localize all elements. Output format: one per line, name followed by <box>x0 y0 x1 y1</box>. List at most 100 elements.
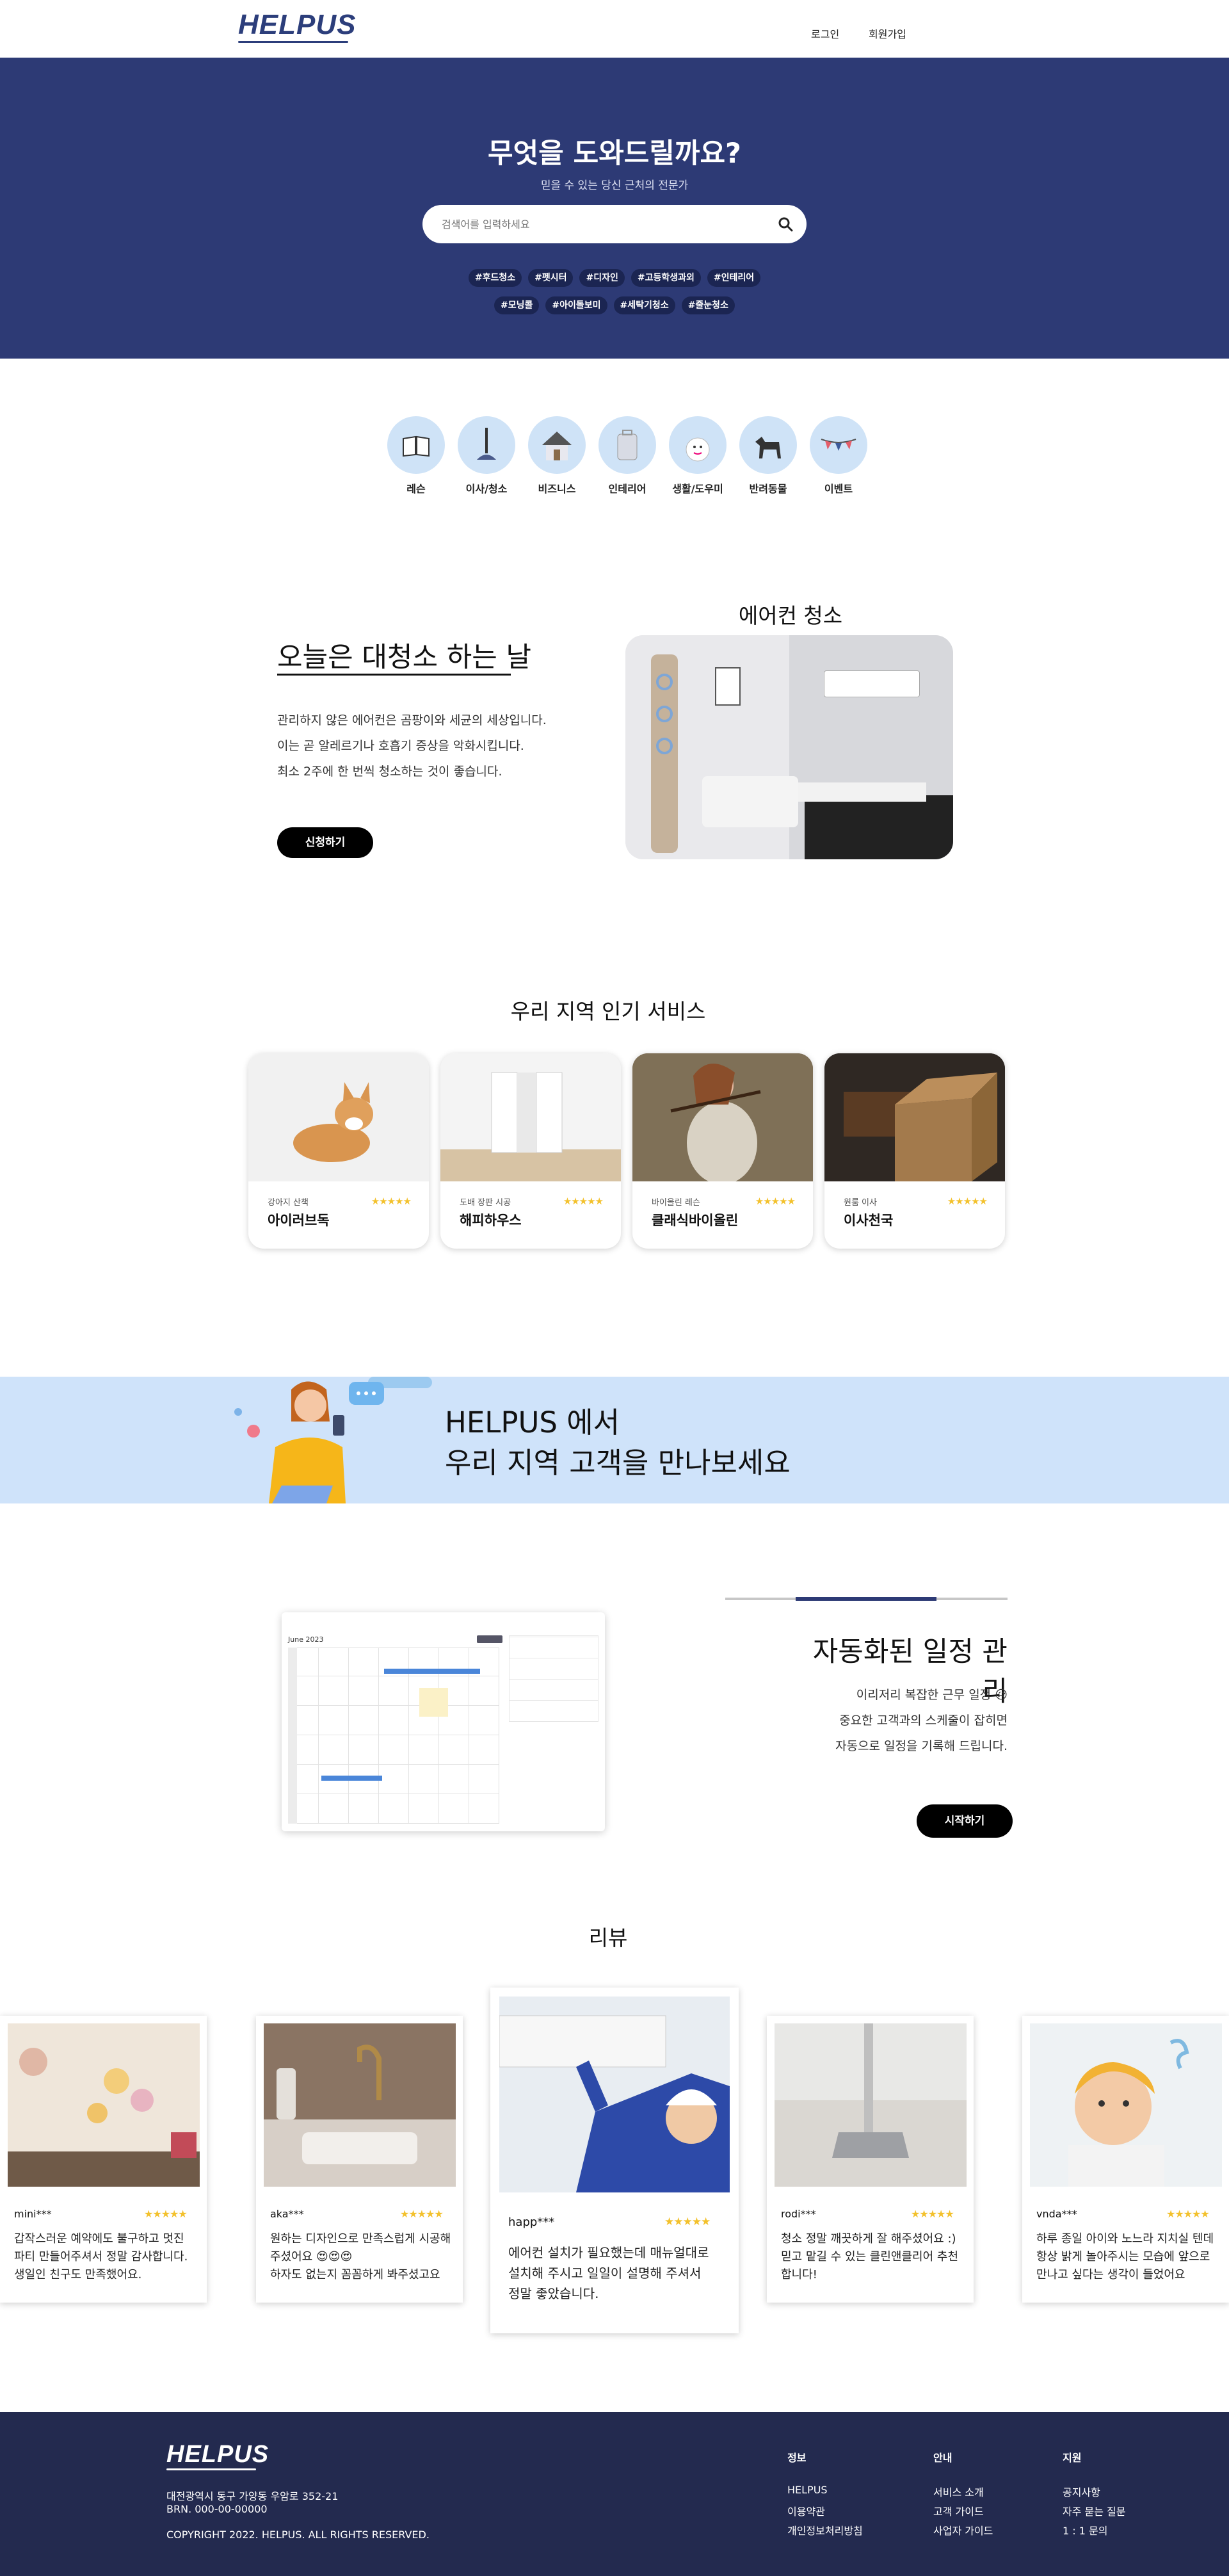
promo-title: 오늘은 대청소 하는 날 <box>277 642 532 674</box>
review-card[interactable]: mini*** ★★★★★ 갑작스러운 예약에도 불구하고 멋진 파티 만들어주… <box>0 2016 207 2303</box>
aircon-install-photo <box>499 1997 730 2192</box>
tag-chip[interactable]: #인테리어 <box>707 269 761 287</box>
baby-photo <box>1030 2023 1222 2187</box>
service-card[interactable]: 바이올린 레슨 ★★★★★ 클래식바이올린 <box>632 1053 813 1249</box>
room-photo <box>440 1053 621 1181</box>
review-stars: ★★★★★ <box>911 2208 954 2220</box>
promo-line: 이는 곧 알레르기나 호흡기 증상을 악화시킵니다. <box>277 739 524 753</box>
footer-link[interactable]: 개인정보처리방침 <box>787 2522 863 2538</box>
aircon-image <box>625 635 953 859</box>
footer-link[interactable]: HELPUS <box>787 2484 828 2496</box>
snowman-icon <box>669 416 727 474</box>
category-life[interactable]: 생활/도우미 <box>669 416 727 495</box>
review-line: 생일인 친구도 만족했어요. <box>14 2268 142 2281</box>
popular-title: 우리 지역 인기 서비스 <box>510 999 706 1024</box>
category-event[interactable]: 이벤트 <box>810 416 867 495</box>
review-user: happ*** <box>508 2216 555 2229</box>
review-user: vnda*** <box>1036 2208 1077 2220</box>
tag-chip[interactable]: #줄눈청소 <box>681 296 735 314</box>
category-lesson[interactable]: 레슨 <box>387 416 445 495</box>
footer-col-title: 정보 <box>787 2452 807 2464</box>
service-card[interactable]: 도배 장판 시공 ★★★★★ 해피하우스 <box>440 1053 621 1249</box>
footer-link[interactable]: 고객 가이드 <box>933 2503 984 2518</box>
service-category: 강아지 산책 <box>268 1198 309 1208</box>
login-link[interactable]: 로그인 <box>811 26 839 41</box>
promo-line: 최소 2주에 한 번씩 청소하는 것이 좋습니다. <box>277 765 502 779</box>
signup-link[interactable]: 회원가입 <box>869 26 906 41</box>
tag-chip[interactable]: #고등학생과외 <box>631 269 701 287</box>
review-card-featured[interactable]: happ*** ★★★★★ 에어컨 설치가 필요했는데 매뉴얼대로 설치해 주시… <box>490 1988 739 2333</box>
tag-row-2: #모닝콜 #아이돌보미 #세탁기청소 #줄눈청소 <box>0 296 1229 314</box>
review-user: mini*** <box>14 2208 52 2220</box>
category-moving[interactable]: 이사/청소 <box>458 416 515 495</box>
banner-line-2: 우리 지역 고객을 만나보세요 <box>445 1446 791 1480</box>
service-card[interactable]: 원룸 이사 ★★★★★ 이사천국 <box>824 1053 1005 1249</box>
review-card[interactable]: rodi*** ★★★★★ 청소 정말 깨끗하게 잘 해주셨어요 :) 믿고 맡… <box>767 2016 974 2303</box>
tag-chip[interactable]: #모닝콜 <box>494 296 540 314</box>
plunger-icon <box>458 416 515 474</box>
dog-icon <box>739 416 797 474</box>
reviews-title: 리뷰 <box>588 1925 628 1950</box>
service-category: 원룸 이사 <box>844 1198 877 1208</box>
promo-image-caption: 에어컨 청소 <box>738 603 843 628</box>
footer-brn: BRN. 000-00-00000 <box>166 2503 268 2515</box>
tag-chip[interactable]: #세탁기청소 <box>613 296 675 314</box>
footer-logo-swoosh <box>166 2468 256 2470</box>
footer-link[interactable]: 이용약관 <box>787 2503 825 2518</box>
house-icon <box>528 416 586 474</box>
rating-stars: ★★★★★ <box>947 1195 988 1207</box>
apply-button[interactable]: 신청하기 <box>277 827 373 858</box>
tag-chip[interactable]: #디자인 <box>579 269 625 287</box>
category-label: 레슨 <box>406 483 426 495</box>
site-footer: HELPUS 대전광역시 동구 가양동 우암로 352-21 BRN. 000-… <box>0 2412 1229 2576</box>
service-card[interactable]: 강아지 산책 ★★★★★ 아이러브독 <box>248 1053 429 1249</box>
start-button[interactable]: 시작하기 <box>917 1804 1013 1838</box>
review-line: 하자도 없는지 꼼꼼하게 봐주셨고요 <box>270 2268 440 2281</box>
category-business[interactable]: 비즈니스 <box>528 416 586 495</box>
footer-col-title: 안내 <box>933 2452 952 2464</box>
schedule-line: 중요한 고객과의 스케줄이 잡히면 <box>839 1713 1008 1728</box>
review-card[interactable]: vnda*** ★★★★★ 하루 종일 아이와 노느라 지치실 텐데 항상 밝게… <box>1022 2016 1229 2303</box>
service-name: 이사천국 <box>844 1213 894 1228</box>
review-user: aka*** <box>270 2208 304 2220</box>
search-icon[interactable] <box>778 216 793 232</box>
category-interior[interactable]: 인테리어 <box>598 416 656 495</box>
service-name: 해피하우스 <box>460 1213 522 1228</box>
review-card[interactable]: aka*** ★★★★★ 원하는 디자인으로 만족스럽게 시공해 주셨어요 😍😍… <box>256 2016 463 2303</box>
site-header: HELPUS 로그인 회원가입 <box>0 0 1229 58</box>
violin-photo <box>632 1053 813 1185</box>
search-bar <box>422 205 807 243</box>
tag-chip[interactable]: #펫시터 <box>528 269 574 287</box>
promo-divider <box>277 674 511 676</box>
review-line: 믿고 맡길 수 있는 클린앤클리어 추천 <box>781 2250 959 2264</box>
calendar-month: June 2023 <box>288 1635 324 1644</box>
search-input[interactable] <box>442 205 762 243</box>
dog-photo <box>248 1053 429 1181</box>
tag-chip[interactable]: #후드청소 <box>468 269 522 287</box>
calendar-screenshot: June 2023 <box>282 1612 605 1831</box>
rating-stars: ★★★★★ <box>755 1195 796 1207</box>
banner-illustration <box>230 1377 448 1503</box>
schedule-divider-accent <box>796 1597 936 1601</box>
box-photo <box>824 1053 1005 1181</box>
footer-link[interactable]: 자주 묻는 질문 <box>1063 2503 1126 2518</box>
banner-line-1: HELPUS 에서 <box>445 1405 620 1439</box>
header-logo[interactable]: HELPUS <box>238 9 356 41</box>
tag-chip[interactable]: #아이돌보미 <box>545 296 607 314</box>
footer-link[interactable]: 사업자 가이드 <box>933 2522 993 2538</box>
review-line: 에어컨 설치가 필요했는데 매뉴얼대로 <box>508 2245 709 2260</box>
category-label: 생활/도우미 <box>672 483 723 495</box>
footer-logo[interactable]: HELPUS <box>166 2441 269 2468</box>
footer-link[interactable]: 서비스 소개 <box>933 2484 984 2499</box>
review-line: 파티 만들어주셔서 정말 감사합니다. <box>14 2250 188 2264</box>
luggage-icon <box>598 416 656 474</box>
review-line: 만나고 싶다는 생각이 들었어요 <box>1036 2268 1185 2281</box>
category-pets[interactable]: 반려동물 <box>739 416 797 495</box>
rating-stars: ★★★★★ <box>371 1195 412 1207</box>
footer-link[interactable]: 공지사항 <box>1063 2484 1100 2499</box>
footer-link[interactable]: 1 : 1 문의 <box>1063 2522 1107 2538</box>
tag-row-1: #후드청소 #펫시터 #디자인 #고등학생과외 #인테리어 <box>0 269 1229 287</box>
service-category: 도배 장판 시공 <box>460 1198 511 1208</box>
rating-stars: ★★★★★ <box>563 1195 604 1207</box>
bunting-icon <box>810 416 867 474</box>
